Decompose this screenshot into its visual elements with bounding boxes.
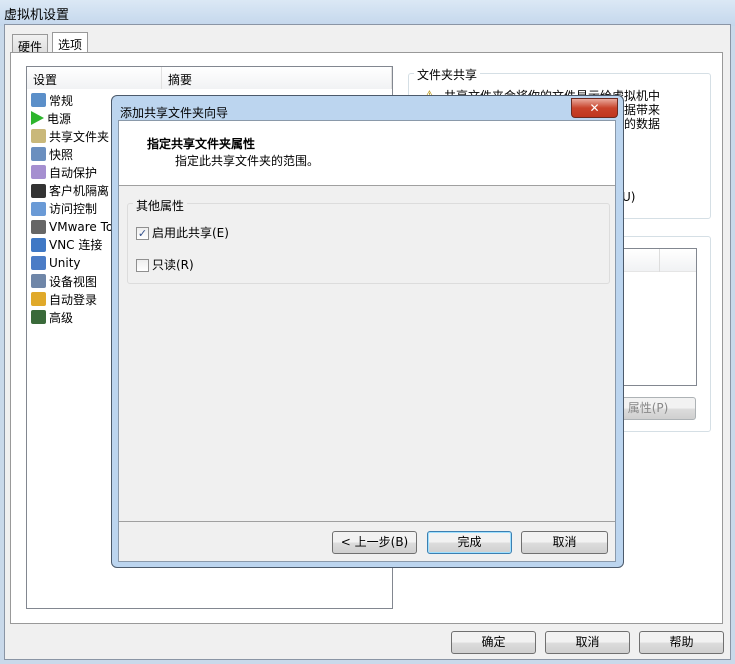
- list-item-label: VMware To: [49, 219, 114, 234]
- list-item[interactable]: 高级: [31, 308, 73, 326]
- other-properties-title: 其他属性: [133, 197, 188, 214]
- tab-hardware[interactable]: 硬件: [12, 34, 49, 54]
- add-shared-folder-wizard: 添加共享文件夹向导 ✕ 指定共享文件夹属性 指定此共享文件夹的范围。 其他属性 …: [111, 95, 624, 568]
- dialog-content: 指定共享文件夹属性 指定此共享文件夹的范围。 其他属性 ✓ 启用此共享(E) 只读…: [118, 120, 616, 562]
- wizard-subheading: 指定此共享文件夹的范围。: [175, 154, 320, 168]
- list-item[interactable]: 客户机隔离: [31, 182, 109, 200]
- ok-button[interactable]: 确定: [451, 631, 536, 654]
- dialog-cancel-button[interactable]: 取消: [521, 531, 608, 554]
- play-icon: [31, 111, 44, 126]
- list-item[interactable]: VNC 连接: [31, 236, 102, 254]
- tab-options[interactable]: 选项: [52, 32, 89, 54]
- help-button[interactable]: 帮助: [639, 631, 724, 654]
- checkbox-box: [136, 259, 149, 272]
- wizard-heading: 指定共享文件夹属性: [147, 137, 256, 151]
- finish-button[interactable]: 完成: [427, 531, 512, 554]
- list-item-label: 电源: [47, 111, 72, 126]
- list-item[interactable]: 自动保护: [31, 163, 97, 181]
- list-item-label: 自动保护: [49, 165, 98, 180]
- folder-icon: [31, 129, 46, 144]
- vm-icon: [31, 219, 46, 234]
- list-item[interactable]: 访问控制: [31, 200, 97, 218]
- list-item-label: 高级: [49, 310, 74, 325]
- list-item[interactable]: 电源: [31, 109, 71, 127]
- list-item-label: 设备视图: [49, 274, 98, 289]
- window-title: 虚拟机设置: [4, 8, 70, 23]
- enable-share-checkbox[interactable]: ✓ 启用此共享(E): [136, 224, 229, 241]
- other-properties-group: [127, 203, 610, 284]
- divider: [119, 521, 615, 522]
- column-header-summary[interactable]: 摘要: [162, 67, 392, 89]
- list-item-label: 自动登录: [49, 292, 98, 307]
- user-key-icon: [31, 292, 46, 307]
- list-item-label: 客户机隔离: [49, 184, 110, 198]
- cancel-button[interactable]: 取消: [545, 631, 630, 654]
- close-icon: ✕: [589, 101, 600, 115]
- close-button[interactable]: ✕: [571, 98, 618, 118]
- list-item[interactable]: VMware To: [31, 218, 113, 236]
- access-lock-icon: [31, 201, 46, 216]
- vnc-monitor-icon: [31, 237, 46, 252]
- list-item-label: Unity: [49, 255, 81, 270]
- column-header-settings[interactable]: 设置: [27, 67, 162, 89]
- list-item-label: 快照: [49, 147, 74, 162]
- title-bar: 虚拟机设置: [0, 0, 735, 26]
- list-item[interactable]: 常规: [31, 91, 73, 109]
- option-fragment: U): [622, 190, 636, 204]
- list-item-label: VNC 连接: [49, 238, 103, 253]
- advanced-chart-icon: [31, 310, 46, 325]
- checkmark-icon: ✓: [136, 227, 149, 240]
- monitor-icon: [31, 93, 46, 107]
- folder-sharing-title: 文件夹共享: [414, 66, 481, 83]
- list-item[interactable]: 设备视图: [31, 272, 97, 290]
- snapshot-clock-icon: [31, 147, 46, 162]
- wizard-header: 指定共享文件夹属性 指定此共享文件夹的范围。: [119, 121, 615, 186]
- list-item[interactable]: 快照: [31, 145, 73, 163]
- autoprotect-icon: [31, 165, 46, 180]
- lock-icon: [31, 183, 46, 198]
- device-view-icon: [31, 274, 46, 288]
- back-button[interactable]: < 上一步(B): [332, 531, 417, 554]
- list-item-label: 共享文件夹: [49, 129, 110, 144]
- enable-share-label: 启用此共享(E): [152, 226, 229, 240]
- read-only-label: 只读(R): [152, 258, 194, 272]
- dialog-title: 添加共享文件夹向导: [120, 106, 229, 120]
- unity-icon: [31, 255, 46, 270]
- list-item-label: 常规: [49, 93, 74, 108]
- list-item[interactable]: 自动登录: [31, 290, 97, 308]
- read-only-checkbox[interactable]: 只读(R): [136, 256, 194, 273]
- warning-line: 的数据: [624, 117, 661, 131]
- list-item[interactable]: Unity: [31, 254, 81, 272]
- list-item[interactable]: 共享文件夹: [31, 127, 109, 145]
- list-item-label: 访问控制: [49, 202, 98, 217]
